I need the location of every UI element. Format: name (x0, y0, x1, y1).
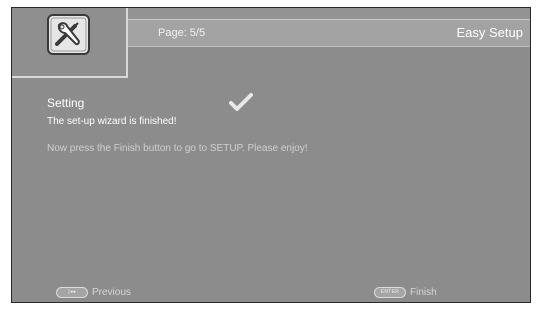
easy-setup-screen: Page: 5/5 Easy Setup Setting The set-up … (11, 7, 531, 303)
setting-title: Setting (47, 96, 85, 110)
icon-panel (12, 8, 128, 78)
enter-key-icon: ENTER (374, 286, 406, 298)
finished-message: The set-up wizard is finished! (47, 116, 177, 127)
finish-label: Finish (410, 286, 437, 298)
menu-title: Easy Setup (456, 25, 524, 40)
checkmark-icon (229, 93, 253, 111)
finish-button[interactable]: ENTER Finish (374, 285, 437, 299)
page-indicator: Page: 5/5 (158, 27, 206, 39)
header-bar: Page: 5/5 Easy Setup (128, 19, 530, 47)
previous-button[interactable]: |◂◂ Previous (56, 285, 131, 299)
previous-label: Previous (92, 286, 131, 298)
wrench-screwdriver-icon (47, 14, 90, 55)
previous-key-icon: |◂◂ (56, 286, 88, 298)
instruction-text: Now press the Finish button to go to SET… (47, 143, 308, 154)
